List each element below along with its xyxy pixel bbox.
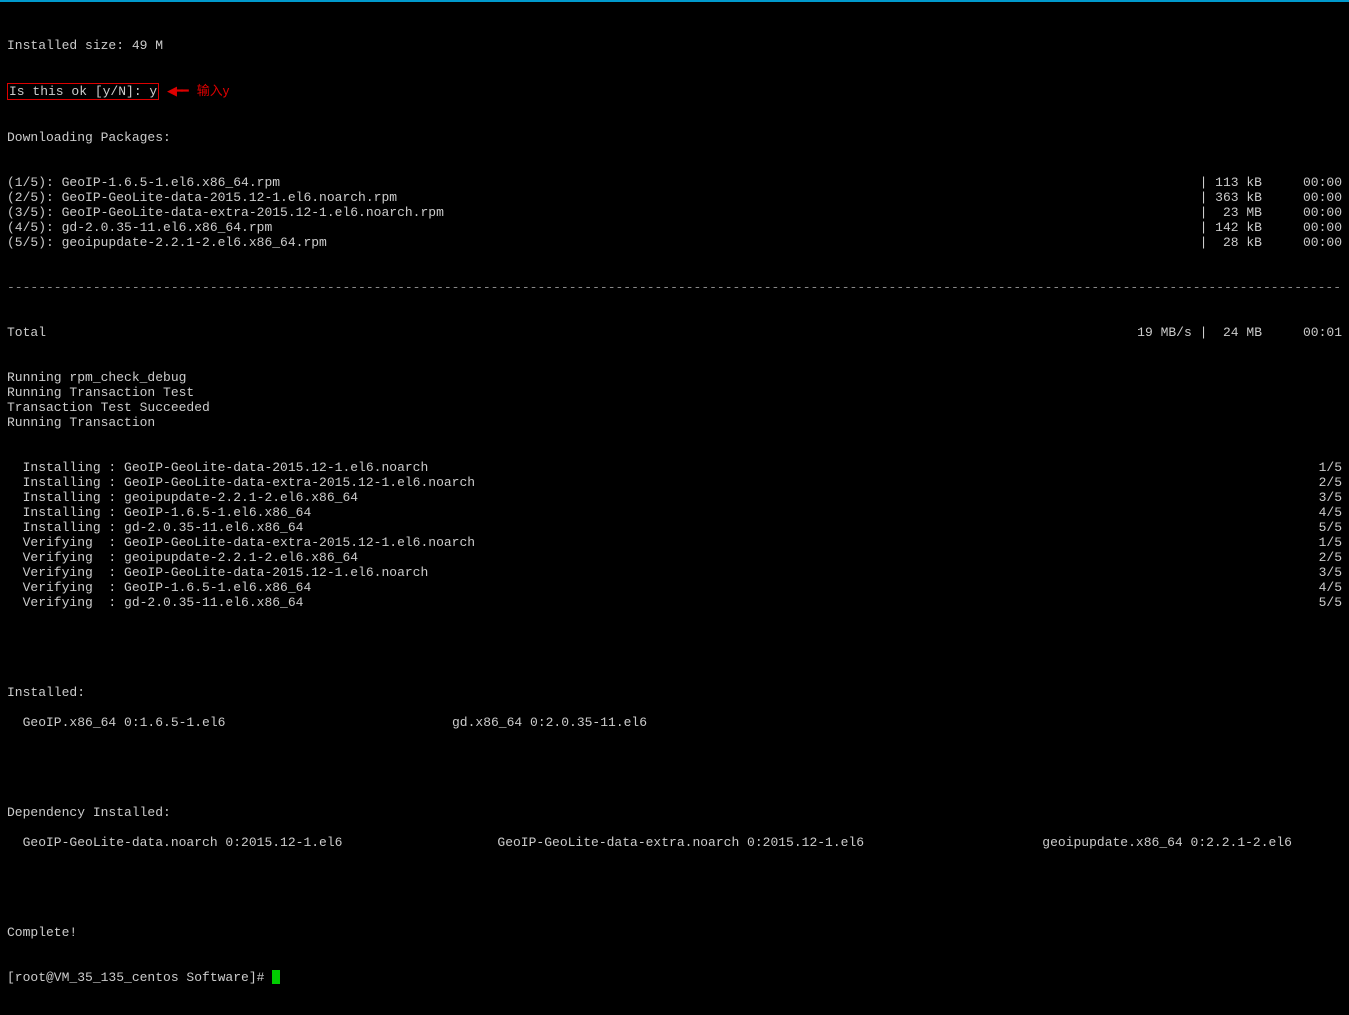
total-line: Total 19 MB/s | 24 MB 00:01 — [7, 325, 1342, 340]
transaction-block: Installing : GeoIP-GeoLite-data-2015.12-… — [7, 460, 1342, 610]
transaction-progress: 1/5 — [1262, 535, 1342, 550]
transaction-row: Verifying : GeoIP-GeoLite-data-2015.12-1… — [7, 565, 1342, 580]
dependency-header: Dependency Installed: — [7, 805, 1342, 820]
dependency-row: GeoIP-GeoLite-data.noarch 0:2015.12-1.el… — [7, 835, 1342, 850]
download-row: (3/5): GeoIP-GeoLite-data-extra-2015.12-… — [7, 205, 1342, 220]
blank-line — [7, 880, 1342, 895]
status-line: Running rpm_check_debug — [7, 370, 1342, 385]
terminal-output[interactable]: Installed size: 49 M Is this ok [y/N]: y… — [0, 2, 1349, 1015]
transaction-text: Installing : GeoIP-GeoLite-data-2015.12-… — [7, 460, 1262, 475]
transaction-text: Verifying : geoipupdate-2.2.1-2.el6.x86_… — [7, 550, 1262, 565]
download-row: (2/5): GeoIP-GeoLite-data-2015.12-1.el6.… — [7, 190, 1342, 205]
shell-prompt-text: [root@VM_35_135_centos Software]# — [7, 970, 272, 985]
download-time: 00:00 — [1262, 205, 1342, 220]
transaction-progress: 4/5 — [1262, 505, 1342, 520]
download-file: (4/5): gd-2.0.35-11.el6.x86_64.rpm — [7, 220, 1162, 235]
download-size: | 28 kB — [1162, 235, 1262, 250]
download-row: (4/5): gd-2.0.35-11.el6.x86_64.rpm| 142 … — [7, 220, 1342, 235]
status-line: Running Transaction Test — [7, 385, 1342, 400]
status-block: Running rpm_check_debugRunning Transacti… — [7, 370, 1342, 430]
transaction-row: Verifying : gd-2.0.35-11.el6.x86_645/5 — [7, 595, 1342, 610]
arrow-icon: ◀━━ — [167, 84, 187, 99]
confirm-prompt-line: Is this ok [y/N]: y ◀━━ 输入y — [7, 83, 1342, 100]
download-row: (1/5): GeoIP-1.6.5-1.el6.x86_64.rpm| 113… — [7, 175, 1342, 190]
transaction-progress: 1/5 — [1262, 460, 1342, 475]
transaction-progress: 2/5 — [1262, 550, 1342, 565]
installed-header: Installed: — [7, 685, 1342, 700]
transaction-row: Installing : GeoIP-1.6.5-1.el6.x86_644/5 — [7, 505, 1342, 520]
transaction-row: Installing : GeoIP-GeoLite-data-extra-20… — [7, 475, 1342, 490]
download-size: | 113 kB — [1162, 175, 1262, 190]
complete-line: Complete! — [7, 925, 1342, 940]
transaction-text: Verifying : GeoIP-1.6.5-1.el6.x86_64 — [7, 580, 1262, 595]
transaction-text: Verifying : GeoIP-GeoLite-data-2015.12-1… — [7, 565, 1262, 580]
transaction-row: Verifying : GeoIP-1.6.5-1.el6.x86_644/5 — [7, 580, 1342, 595]
transaction-text: Installing : GeoIP-GeoLite-data-extra-20… — [7, 475, 1262, 490]
blank-line — [7, 640, 1342, 655]
download-size: | 23 MB — [1162, 205, 1262, 220]
installed-pkg-2: gd.x86_64 0:2.0.35-11.el6 — [452, 715, 897, 730]
transaction-progress: 2/5 — [1262, 475, 1342, 490]
transaction-progress: 5/5 — [1262, 595, 1342, 610]
transaction-progress: 5/5 — [1262, 520, 1342, 535]
download-time: 00:00 — [1262, 220, 1342, 235]
transaction-progress: 3/5 — [1262, 565, 1342, 580]
transaction-row: Verifying : geoipupdate-2.2.1-2.el6.x86_… — [7, 550, 1342, 565]
transaction-row: Installing : geoipupdate-2.2.1-2.el6.x86… — [7, 490, 1342, 505]
download-file: (1/5): GeoIP-1.6.5-1.el6.x86_64.rpm — [7, 175, 1162, 190]
shell-prompt-line[interactable]: [root@VM_35_135_centos Software]# — [7, 970, 1342, 985]
installed-row: GeoIP.x86_64 0:1.6.5-1.el6 gd.x86_64 0:2… — [7, 715, 1342, 730]
annotation-text: 输入y — [197, 83, 230, 98]
cursor-icon — [272, 970, 280, 984]
transaction-text: Verifying : gd-2.0.35-11.el6.x86_64 — [7, 595, 1262, 610]
dep-pkg-2: GeoIP-GeoLite-data-extra.noarch 0:2015.1… — [497, 835, 1042, 850]
downloading-header: Downloading Packages: — [7, 130, 1342, 145]
installed-size-line: Installed size: 49 M — [7, 38, 1342, 53]
dep-pkg-1: GeoIP-GeoLite-data.noarch 0:2015.12-1.el… — [7, 835, 497, 850]
total-label: Total — [7, 325, 1092, 340]
transaction-text: Installing : GeoIP-1.6.5-1.el6.x86_64 — [7, 505, 1262, 520]
download-time: 00:00 — [1262, 175, 1342, 190]
download-time: 00:00 — [1262, 190, 1342, 205]
transaction-progress: 4/5 — [1262, 580, 1342, 595]
download-row: (5/5): geoipupdate-2.2.1-2.el6.x86_64.rp… — [7, 235, 1342, 250]
highlight-box: Is this ok [y/N]: y — [7, 83, 159, 100]
transaction-text: Installing : geoipupdate-2.2.1-2.el6.x86… — [7, 490, 1262, 505]
download-size: | 363 kB — [1162, 190, 1262, 205]
separator-line: ----------------------------------------… — [7, 280, 1342, 295]
installed-pkg-pad — [897, 715, 1342, 730]
download-size: | 142 kB — [1162, 220, 1262, 235]
transaction-row: Installing : GeoIP-GeoLite-data-2015.12-… — [7, 460, 1342, 475]
dep-pkg-3: geoipupdate.x86_64 0:2.2.1-2.el6 — [1042, 835, 1342, 850]
blank-line — [7, 760, 1342, 775]
download-time: 00:00 — [1262, 235, 1342, 250]
total-speed: 19 MB/s | 24 MB — [1092, 325, 1262, 340]
transaction-row: Installing : gd-2.0.35-11.el6.x86_645/5 — [7, 520, 1342, 535]
transaction-progress: 3/5 — [1262, 490, 1342, 505]
transaction-text: Verifying : GeoIP-GeoLite-data-extra-201… — [7, 535, 1262, 550]
download-file: (5/5): geoipupdate-2.2.1-2.el6.x86_64.rp… — [7, 235, 1162, 250]
download-list: (1/5): GeoIP-1.6.5-1.el6.x86_64.rpm| 113… — [7, 175, 1342, 250]
total-time: 00:01 — [1262, 325, 1342, 340]
status-line: Transaction Test Succeeded — [7, 400, 1342, 415]
download-file: (2/5): GeoIP-GeoLite-data-2015.12-1.el6.… — [7, 190, 1162, 205]
download-file: (3/5): GeoIP-GeoLite-data-extra-2015.12-… — [7, 205, 1162, 220]
transaction-row: Verifying : GeoIP-GeoLite-data-extra-201… — [7, 535, 1342, 550]
status-line: Running Transaction — [7, 415, 1342, 430]
transaction-text: Installing : gd-2.0.35-11.el6.x86_64 — [7, 520, 1262, 535]
installed-pkg-1: GeoIP.x86_64 0:1.6.5-1.el6 — [7, 715, 452, 730]
